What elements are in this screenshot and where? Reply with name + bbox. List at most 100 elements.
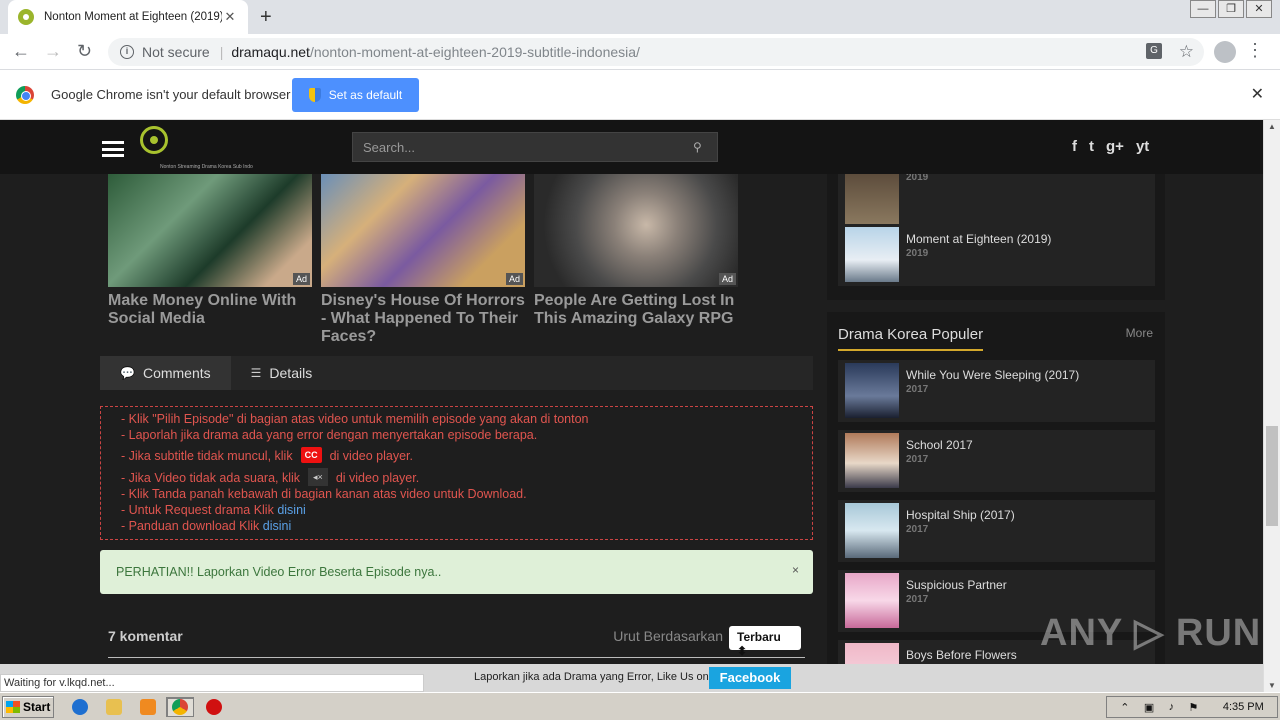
reload-icon[interactable]: ↻ [77, 41, 92, 62]
info-icon[interactable]: i [120, 45, 134, 59]
volume-icon[interactable]: ♪ [1169, 701, 1175, 713]
like-us-text: Laporkan jika ada Drama yang Error, Like… [474, 671, 709, 683]
infobar-close-icon[interactable]: ✕ [1251, 84, 1264, 104]
system-tray: ⌃ ▣ ♪ ⚑ 4:35 PM [1106, 696, 1278, 718]
social-links: f t g+ yt [1072, 138, 1149, 155]
ad-image[interactable]: Ad [321, 174, 525, 287]
drama-poster[interactable] [845, 503, 899, 558]
flag-icon[interactable]: ⚑ [1189, 701, 1199, 714]
security-taskbar-button[interactable] [200, 697, 228, 717]
start-button[interactable]: Start [2, 696, 54, 718]
drama-title[interactable]: School 2017 [906, 438, 973, 452]
set-as-default-button[interactable]: Set as default [292, 78, 419, 112]
tray-expand-icon[interactable]: ⌃ [1120, 701, 1129, 714]
scroll-up-arrow-icon[interactable]: ▲ [1268, 122, 1276, 131]
twitter-icon[interactable]: t [1089, 138, 1094, 155]
sort-label: Urut Berdasarkan [613, 628, 723, 644]
tab-comments-label: Comments [142, 365, 211, 381]
tab-details[interactable]: ☰ Details [231, 356, 333, 390]
back-arrow-icon[interactable]: ← [12, 41, 30, 62]
more-link[interactable]: More [1126, 326, 1153, 340]
search-icon[interactable]: ⚲ [693, 140, 717, 154]
ad-caption[interactable]: People Are Getting Lost In This Amazing … [534, 292, 738, 328]
scroll-down-arrow-icon[interactable]: ▼ [1268, 681, 1276, 690]
popular-heading: Drama Korea Populer [838, 326, 984, 351]
film-reel-logo-icon[interactable] [140, 126, 168, 154]
clock[interactable]: 4:35 PM [1223, 701, 1264, 713]
drama-list-item[interactable]: School 2017 2017 [838, 430, 1155, 492]
ad-caption[interactable]: Disney's House Of Horrors - What Happene… [321, 292, 525, 346]
anyrun-watermark: ANY ▷ RUN [1040, 612, 1262, 654]
scrollbar-thumb[interactable] [1266, 426, 1278, 526]
drama-list-item[interactable]: Moment at Eighteen (2019) 2019 [838, 224, 1155, 286]
comment-count: 7 komentar [108, 628, 183, 644]
network-icon[interactable]: ▣ [1144, 701, 1154, 714]
ie-taskbar-button[interactable] [66, 697, 94, 717]
ad-image[interactable]: Ad [534, 174, 738, 287]
logo-tagline: Nonton Streaming Drama Korea Sub Indo [160, 164, 253, 170]
ad-card[interactable]: Ad Disney's House Of Horrors - What Happ… [321, 174, 525, 346]
drama-year: 2017 [906, 594, 929, 605]
drama-list-item[interactable]: 2019 [838, 168, 1155, 230]
folder-icon [106, 699, 122, 715]
drama-poster[interactable] [845, 433, 899, 488]
maximize-button[interactable]: ❐ [1218, 0, 1244, 18]
ad-badge: Ad [292, 273, 310, 285]
drama-poster[interactable] [845, 573, 899, 628]
site-search-input[interactable] [363, 139, 693, 155]
tab-strip: Nonton Moment at Eighteen (2019) I ✕ + —… [0, 0, 1280, 34]
drama-title[interactable]: While You Were Sleeping (2017) [906, 368, 1079, 382]
drama-poster[interactable] [845, 171, 899, 226]
ad-card[interactable]: Ad People Are Getting Lost In This Amazi… [534, 174, 738, 328]
forward-arrow-icon[interactable]: → [44, 41, 62, 62]
browser-tab[interactable]: Nonton Moment at Eighteen (2019) I ✕ [8, 0, 248, 34]
minimize-button[interactable]: — [1190, 0, 1216, 18]
window-controls: — ❐ ✕ [1188, 0, 1272, 18]
download-guide-link[interactable]: disini [263, 519, 292, 533]
security-label: Not secure [142, 44, 210, 60]
chrome-menu-icon[interactable]: ⋮ [1246, 40, 1264, 61]
drama-title[interactable]: Hospital Ship (2017) [906, 508, 1015, 522]
sort-select[interactable]: Terbaru ⬍ [729, 626, 801, 658]
tab-comments[interactable]: 💬 Comments [100, 356, 231, 390]
drama-list-item[interactable]: Hospital Ship (2017) 2017 [838, 500, 1155, 562]
url-path: /nonton-moment-at-eighteen-2019-subtitle… [309, 44, 640, 60]
internet-explorer-icon [72, 699, 88, 715]
page-scrollbar[interactable]: ▲ ▼ [1263, 120, 1280, 692]
hamburger-menu-icon[interactable] [102, 141, 124, 157]
google-plus-icon[interactable]: g+ [1106, 138, 1124, 155]
ad-badge: Ad [505, 273, 523, 285]
drama-title[interactable]: Boys Before Flowers [906, 648, 1017, 662]
translate-icon[interactable]: G [1146, 43, 1162, 59]
ad-image[interactable]: Ad [108, 174, 312, 287]
explorer-taskbar-button[interactable] [100, 697, 128, 717]
request-drama-link[interactable]: disini [277, 503, 306, 517]
close-window-button[interactable]: ✕ [1246, 0, 1272, 18]
drama-poster[interactable] [845, 227, 899, 282]
ad-card[interactable]: Ad Make Money Online With Social Media [108, 174, 312, 328]
tab-close-icon[interactable]: ✕ [222, 9, 238, 25]
start-label: Start [23, 700, 51, 714]
notice-text: - Jika Video tidak ada suara, klik [121, 471, 301, 485]
media-taskbar-button[interactable] [134, 697, 162, 717]
ad-caption[interactable]: Make Money Online With Social Media [108, 292, 312, 328]
youtube-icon[interactable]: yt [1136, 138, 1149, 155]
facebook-icon[interactable]: f [1072, 138, 1077, 155]
comments-header: 7 komentar Urut Berdasarkan Terbaru ⬍ [108, 626, 805, 658]
address-bar[interactable]: i Not secure | dramaqu.net /nonton-momen… [108, 38, 1204, 66]
media-player-icon [140, 699, 156, 715]
bookmark-star-icon[interactable]: ☆ [1179, 42, 1194, 62]
notice-line: - Laporlah jika drama ada yang error den… [121, 428, 538, 442]
new-tab-button[interactable]: + [260, 6, 272, 29]
website-viewport: Nonton Streaming Drama Korea Sub Indo ⚲ … [0, 120, 1263, 692]
alert-close-icon[interactable]: × [792, 563, 799, 577]
drama-title[interactable]: Suspicious Partner [906, 578, 1007, 592]
drama-poster[interactable] [845, 363, 899, 418]
drama-title[interactable]: Moment at Eighteen (2019) [906, 232, 1051, 246]
alert-text: PERHATIAN!! Laporkan Video Error Beserta… [116, 565, 442, 579]
drama-list-item[interactable]: While You Were Sleeping (2017) 2017 [838, 360, 1155, 422]
chrome-taskbar-button[interactable] [166, 697, 194, 717]
profile-avatar-icon[interactable] [1214, 41, 1236, 63]
chrome-logo-icon [16, 86, 34, 104]
facebook-button[interactable]: Facebook [709, 667, 791, 689]
